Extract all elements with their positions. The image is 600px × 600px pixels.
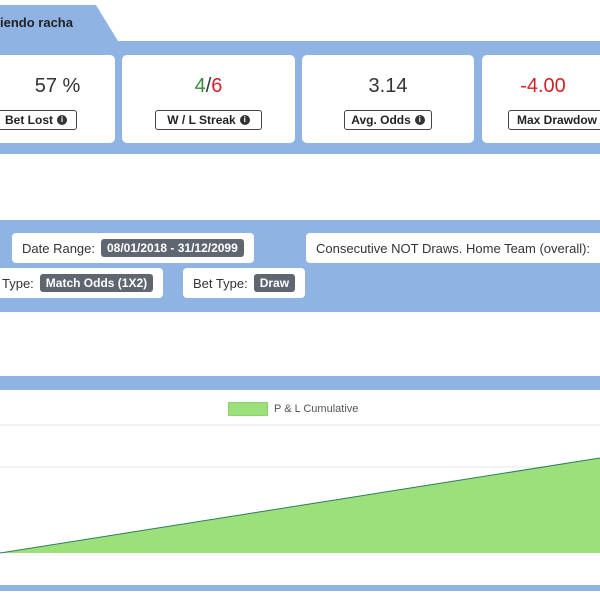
info-icon: i [239, 115, 250, 125]
wl-streak-button[interactable]: W / L Streak i [155, 110, 262, 130]
market-type-label: Type: [2, 275, 34, 291]
bet-type-filter[interactable]: Bet Type: Draw [183, 268, 306, 298]
stat-card-avg-odds: 3.14 Avg. Odds i [302, 55, 474, 143]
legend-label: P & L Cumulative [274, 403, 359, 415]
info-icon: i [414, 115, 425, 125]
info-icon: i [57, 115, 67, 125]
bet-type-value: Draw [253, 274, 296, 292]
max-drawdown-button[interactable]: Max Drawdow [508, 110, 600, 130]
market-type-filter[interactable]: Type: Match Odds (1X2) [0, 268, 164, 298]
stat-value-max-drawdown: -4.00 [520, 75, 566, 97]
streak-win-value: 4 [194, 75, 206, 97]
legend-swatch [228, 402, 268, 416]
stat-card-bet-lost: 57 % Bet Lost i [0, 55, 115, 143]
streak-loss-value: 6 [211, 75, 223, 97]
date-range-filter[interactable]: Date Range: 08/01/2018 - 31/12/2099 [12, 233, 254, 263]
tab-streak[interactable]: iendo racha [0, 5, 118, 41]
stat-card-max-drawdown: -4.00 Max Drawdow [482, 55, 600, 143]
avg-odds-button[interactable]: Avg. Odds i [344, 110, 432, 130]
bet-type-label: Bet Type: [193, 275, 248, 291]
strategy-filter[interactable]: Consecutive NOT Draws. Home Team (overal… [306, 233, 600, 263]
date-range-value: 08/01/2018 - 31/12/2099 [101, 239, 244, 257]
chart-panel [0, 390, 600, 585]
stat-value-avg-odds: 3.14 [368, 75, 408, 97]
avg-odds-label: Avg. Odds [351, 113, 411, 127]
bet-lost-label: Bet Lost [5, 113, 53, 127]
bet-lost-button[interactable]: Bet Lost i [0, 110, 77, 130]
tab-label: iendo racha [0, 15, 73, 30]
chart-legend[interactable]: P & L Cumulative [228, 402, 358, 416]
market-type-value: Match Odds (1X2) [39, 274, 154, 292]
stat-value-wl-streak: 4/6 [122, 75, 295, 98]
pl-cumulative-chart [0, 424, 600, 554]
wl-streak-label: W / L Streak [167, 113, 236, 127]
tab-bar: iendo racha [0, 0, 600, 44]
stat-card-wl-streak: 4/6 W / L Streak i [122, 55, 295, 143]
date-range-label: Date Range: [22, 240, 95, 256]
strategy-text: Consecutive NOT Draws. Home Team (overal… [316, 240, 591, 256]
max-drawdown-label: Max Drawdow [517, 113, 598, 127]
stat-value-bet-lost: 57 % [34, 75, 81, 97]
